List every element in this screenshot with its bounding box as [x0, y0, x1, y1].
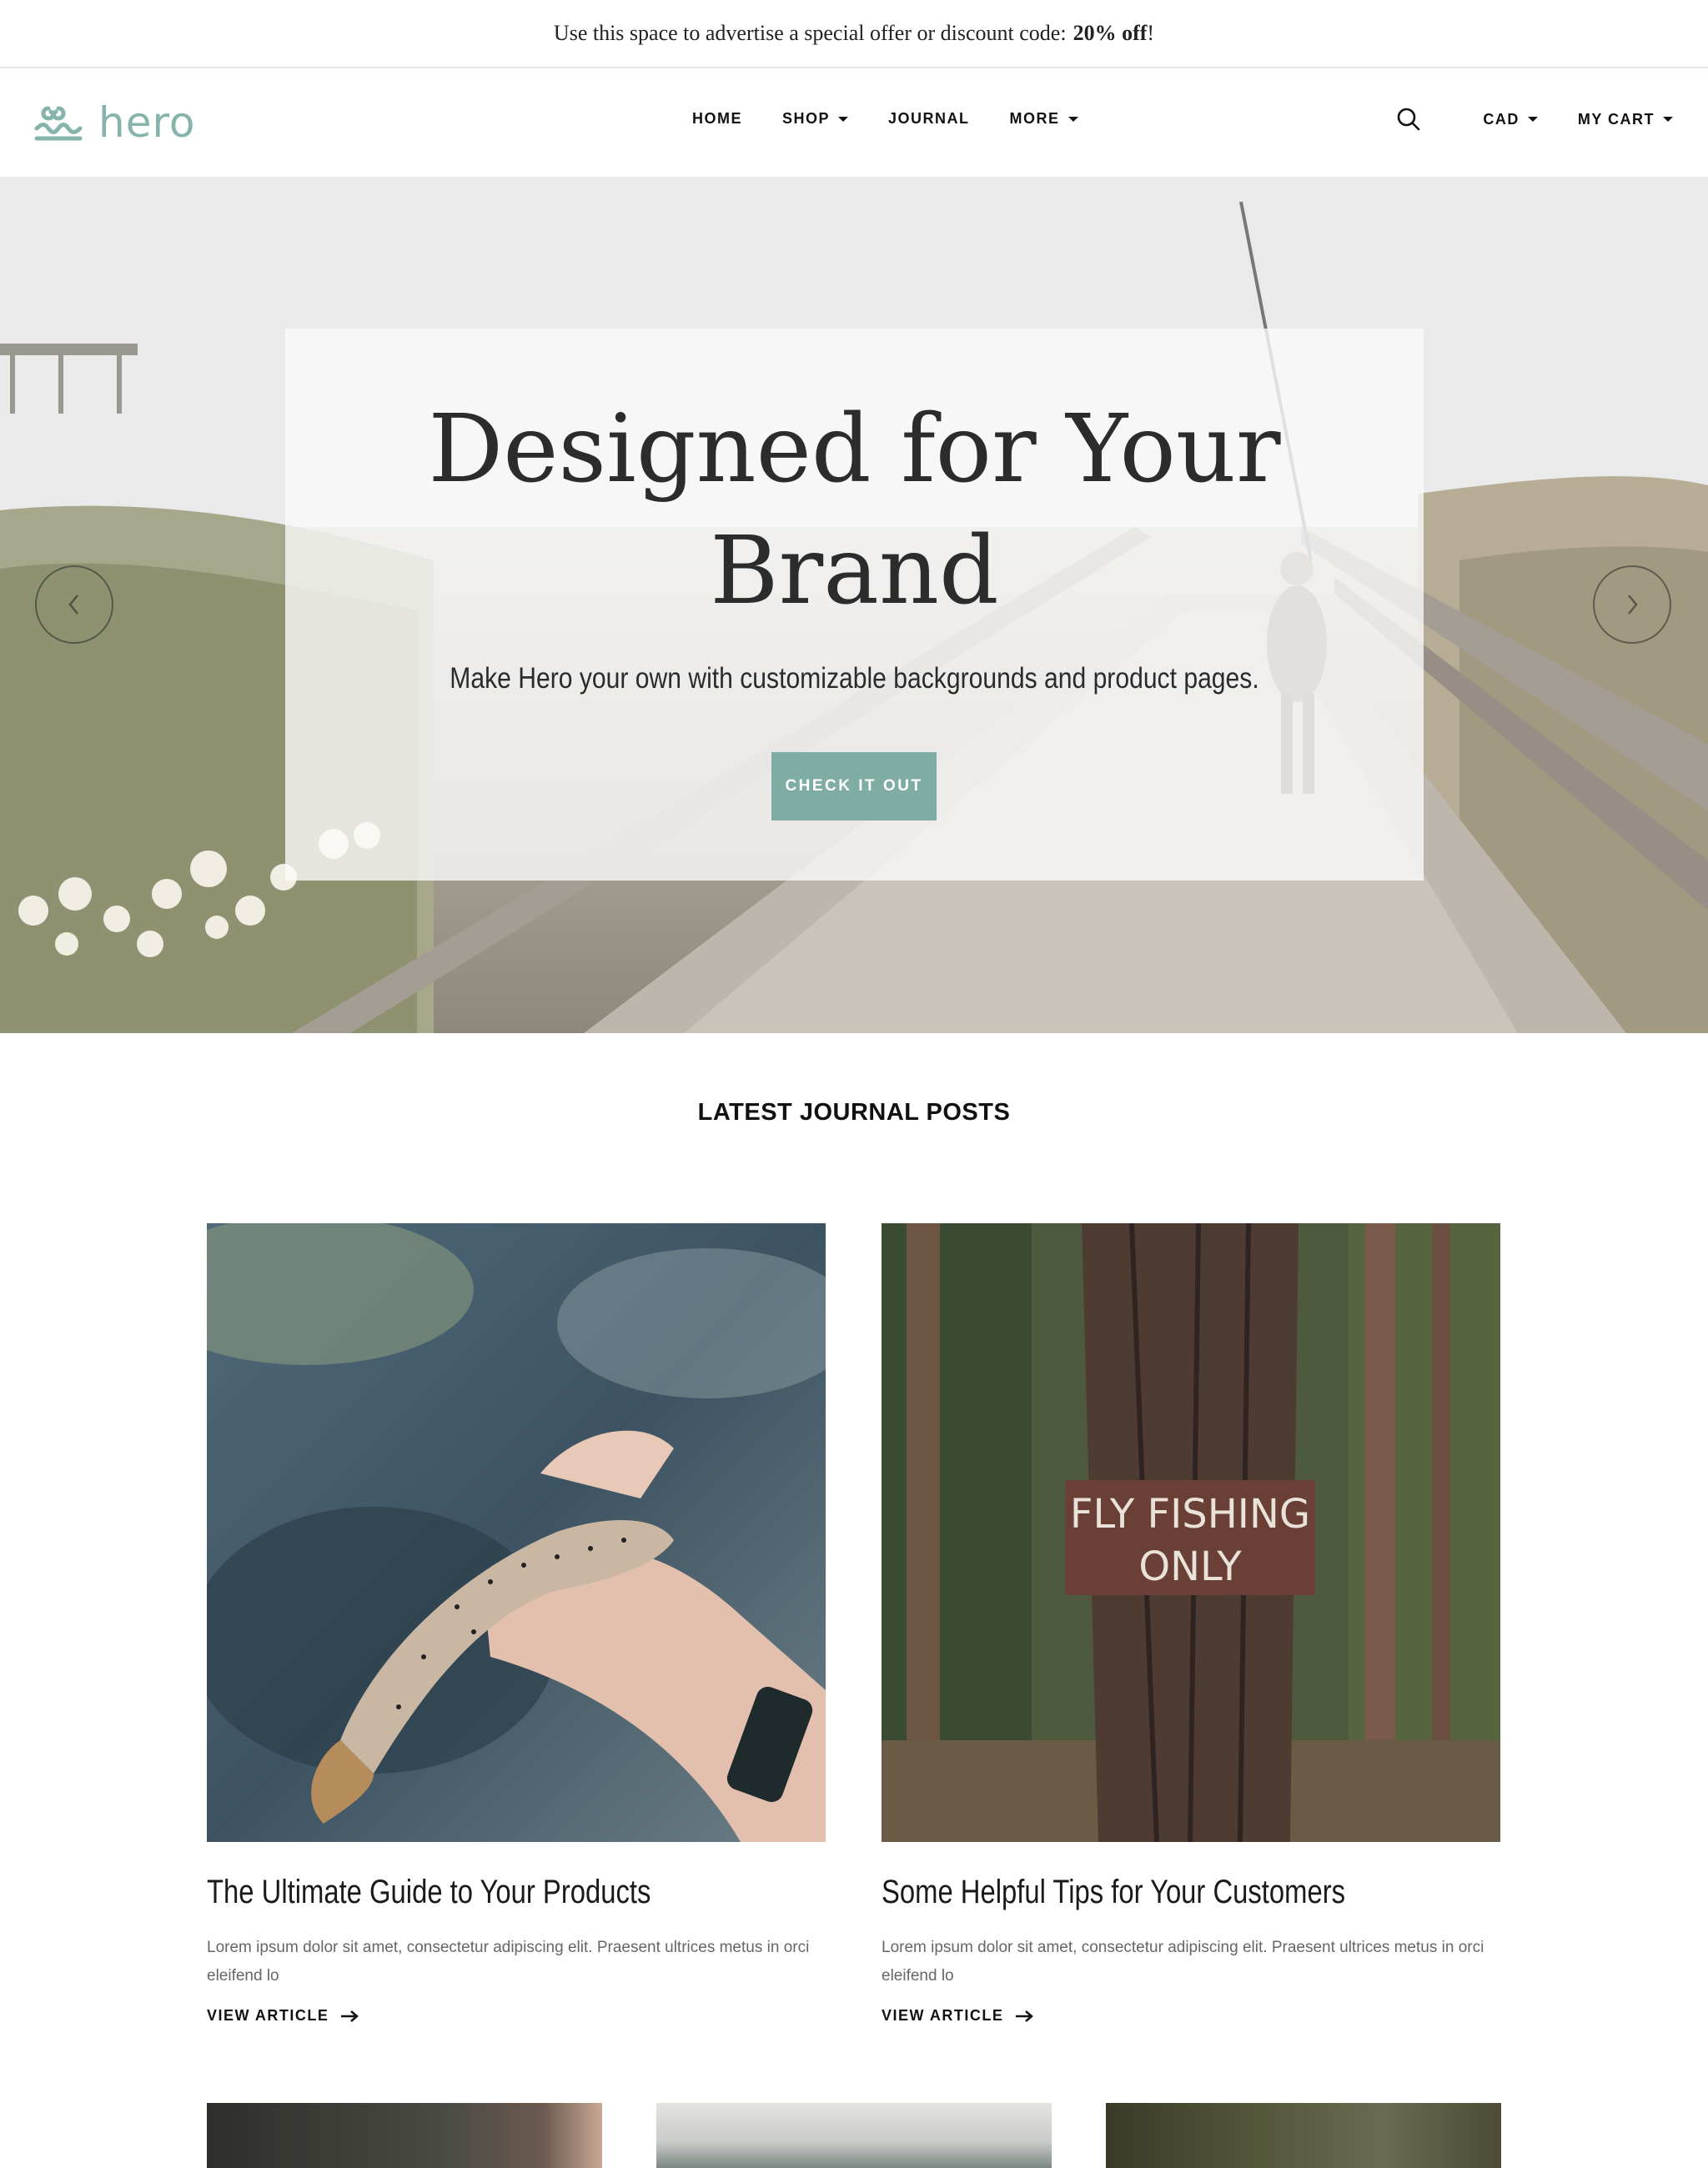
check-it-out-button[interactable]: CHECK IT OUT	[771, 752, 937, 821]
site-header: hero HOME SHOP JOURNAL MORE CAD MY CART	[0, 68, 1708, 177]
cart-label: MY CART	[1577, 110, 1655, 128]
view-article-label: VIEW ARTICLE	[882, 2007, 1004, 2024]
hero-title-line-1: Designed for Your	[428, 395, 1281, 504]
slide-prev-button[interactable]	[35, 565, 113, 644]
caret-down-icon	[1663, 117, 1673, 122]
post-image-sign-tree[interactable]: FLY FISHING ONLY	[882, 1223, 1500, 1842]
hero-title-line-2: Brand	[710, 517, 999, 625]
hero-content-panel: Designed for Your Brand Make Hero your o…	[285, 329, 1424, 881]
logo-wordmark: hero	[98, 98, 196, 147]
chevron-left-icon	[68, 595, 78, 615]
arrow-right-icon	[1016, 2010, 1034, 2022]
journal-section-title: LATEST JOURNAL POSTS	[697, 1099, 1011, 1126]
view-article-link[interactable]: VIEW ARTICLE	[882, 2007, 1034, 2025]
post-excerpt: Lorem ipsum dolor sit amet, consectetur …	[207, 1939, 810, 1985]
wave-logo-icon	[34, 106, 83, 141]
nav-item-more[interactable]: MORE	[1010, 110, 1078, 128]
arrow-right-icon	[341, 2010, 359, 2022]
journal-post-card: FLY FISHING ONLY Some Helpful Tips for Y…	[882, 1223, 1500, 2024]
post-excerpt: Lorem ipsum dolor sit amet, consectetur …	[882, 1939, 1484, 1985]
nav-label-home: HOME	[692, 110, 742, 127]
slide-next-button[interactable]	[1593, 565, 1671, 644]
chevron-right-icon	[1628, 595, 1638, 615]
post-thumbnail[interactable]	[207, 2103, 602, 2168]
header-utilities: CAD MY CART	[1396, 107, 1673, 132]
cart-dropdown[interactable]: MY CART	[1578, 111, 1673, 128]
post-title-link[interactable]: Some Helpful Tips for Your Customers	[882, 1874, 1345, 1911]
nav-item-journal[interactable]: JOURNAL	[888, 110, 970, 128]
hero-subtitle: Make Hero your own with customizable bac…	[450, 662, 1259, 695]
caret-down-icon	[1527, 117, 1538, 122]
announcement-suffix: !	[1147, 21, 1155, 45]
announcement-highlight: 20% off	[1073, 21, 1148, 45]
journal-post-card: The Ultimate Guide to Your Products Lore…	[207, 1223, 826, 2024]
caret-down-icon	[838, 116, 849, 122]
nav-label-shop: SHOP	[782, 110, 831, 127]
caret-down-icon	[1068, 116, 1078, 122]
post-thumbnail[interactable]	[656, 2103, 1052, 2168]
announcement-bar: Use this space to advertise a special of…	[0, 0, 1708, 68]
search-icon[interactable]	[1396, 107, 1421, 132]
nav-item-shop[interactable]: SHOP	[782, 110, 849, 128]
sign-line-1: FLY FISHING	[1070, 1491, 1310, 1538]
nav-label-journal: JOURNAL	[888, 110, 970, 127]
hero-title: Designed for Your Brand	[285, 389, 1424, 632]
nav-label-more: MORE	[1009, 110, 1060, 127]
post-title-link[interactable]: The Ultimate Guide to Your Products	[207, 1874, 651, 1911]
sign-line-2: ONLY	[1138, 1543, 1242, 1590]
view-article-link[interactable]: VIEW ARTICLE	[207, 2007, 359, 2025]
logo-link[interactable]: hero	[33, 97, 196, 148]
currency-selector[interactable]: CAD	[1483, 111, 1538, 128]
nav-item-home[interactable]: HOME	[692, 110, 742, 128]
hero-slideshow: Designed for Your Brand Make Hero your o…	[0, 177, 1708, 1033]
view-article-label: VIEW ARTICLE	[207, 2007, 329, 2024]
announcement-text: Use this space to advertise a special of…	[553, 21, 1067, 45]
currency-label: CAD	[1483, 110, 1520, 128]
post-image-fish[interactable]	[207, 1223, 826, 1842]
main-nav: HOME SHOP JOURNAL MORE	[692, 110, 1078, 128]
post-thumbnail[interactable]	[1106, 2103, 1501, 2168]
